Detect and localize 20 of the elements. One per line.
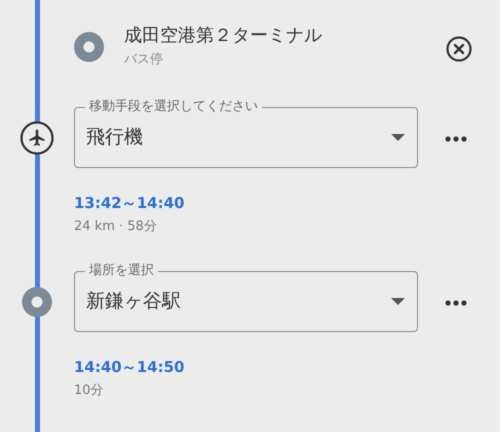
airplane-icon	[20, 121, 54, 155]
dropdown-field[interactable]: 場所を選択 新鎌ヶ谷駅	[74, 264, 418, 332]
field-label: 移動手段を選択してください	[88, 100, 259, 114]
more-button[interactable]	[444, 134, 468, 144]
more-button[interactable]	[444, 298, 468, 308]
bus-stop-icon	[74, 32, 104, 62]
time-range: 14:40～14:50	[74, 357, 186, 378]
location-dot-icon	[21, 286, 53, 318]
time-range: 13:42～14:40	[74, 193, 186, 214]
field-value: 新鎌ヶ谷駅	[85, 289, 182, 314]
field-value: 飛行機	[85, 125, 144, 150]
trip-detail: 10分	[74, 382, 105, 400]
stop-type: バス停	[124, 51, 164, 69]
dropdown-field[interactable]: 移動手段を選択してください 飛行機	[74, 100, 418, 168]
stop-name: 成田空港第２ターミナル	[124, 24, 323, 48]
trip-detail: 24 km · 58分	[74, 218, 158, 236]
dropdown-caret-icon	[391, 298, 405, 306]
dropdown-caret-icon	[391, 134, 405, 142]
close-button[interactable]	[446, 36, 472, 62]
field-label: 場所を選択	[88, 264, 155, 278]
